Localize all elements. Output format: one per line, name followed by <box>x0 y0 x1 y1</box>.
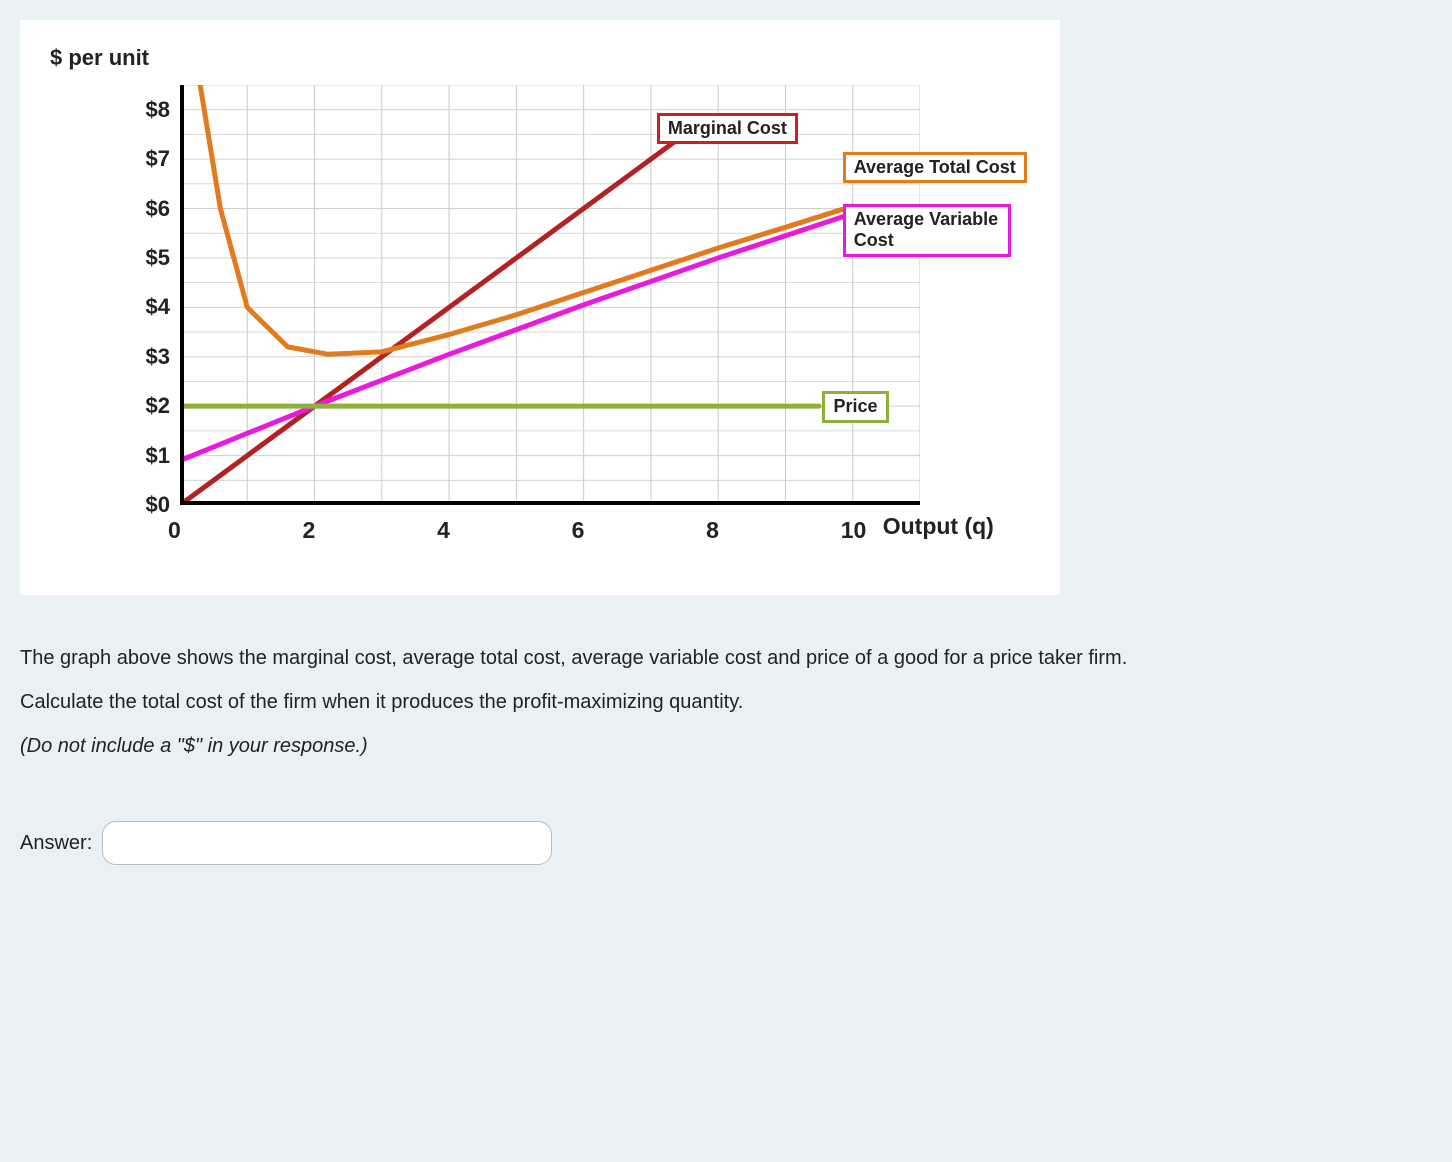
y-tick: $2 <box>128 393 170 419</box>
x-tick: 6 <box>572 517 585 544</box>
question-instruction: (Do not include a "$" in your response.) <box>20 731 1432 761</box>
question-paragraph-2: Calculate the total cost of the firm whe… <box>20 687 1432 717</box>
y-tick: $3 <box>128 344 170 370</box>
y-axis-label: $ per unit <box>50 45 149 71</box>
y-tick: $8 <box>128 97 170 123</box>
y-tick: $4 <box>128 294 170 320</box>
y-tick: $6 <box>128 196 170 222</box>
question-paragraph-1: The graph above shows the marginal cost,… <box>20 643 1432 673</box>
answer-input[interactable] <box>102 821 552 865</box>
y-tick: $7 <box>128 146 170 172</box>
legend-price: Price <box>822 391 888 423</box>
x-tick: 8 <box>706 517 719 544</box>
y-tick: $1 <box>128 443 170 469</box>
y-tick: $0 <box>128 492 170 518</box>
x-axis-label: Output (q) <box>883 513 994 540</box>
x-tick: 10 <box>841 517 867 544</box>
answer-label: Answer: <box>20 832 92 855</box>
y-tick: $5 <box>128 245 170 271</box>
cost-chart: $ per unit $0 $1 $2 $3 $4 $5 $6 $7 $8 0 2 4 6 8 10 Outp… <box>20 20 1060 595</box>
x-tick: 2 <box>303 517 316 544</box>
chart-plot-area <box>180 85 920 505</box>
legend-average-total-cost: Average Total Cost <box>843 152 1027 184</box>
legend-average-variable-cost: Average Variable Cost <box>843 204 1011 257</box>
x-tick: 0 <box>168 517 181 544</box>
legend-marginal-cost: Marginal Cost <box>657 113 798 145</box>
x-tick: 4 <box>437 517 450 544</box>
